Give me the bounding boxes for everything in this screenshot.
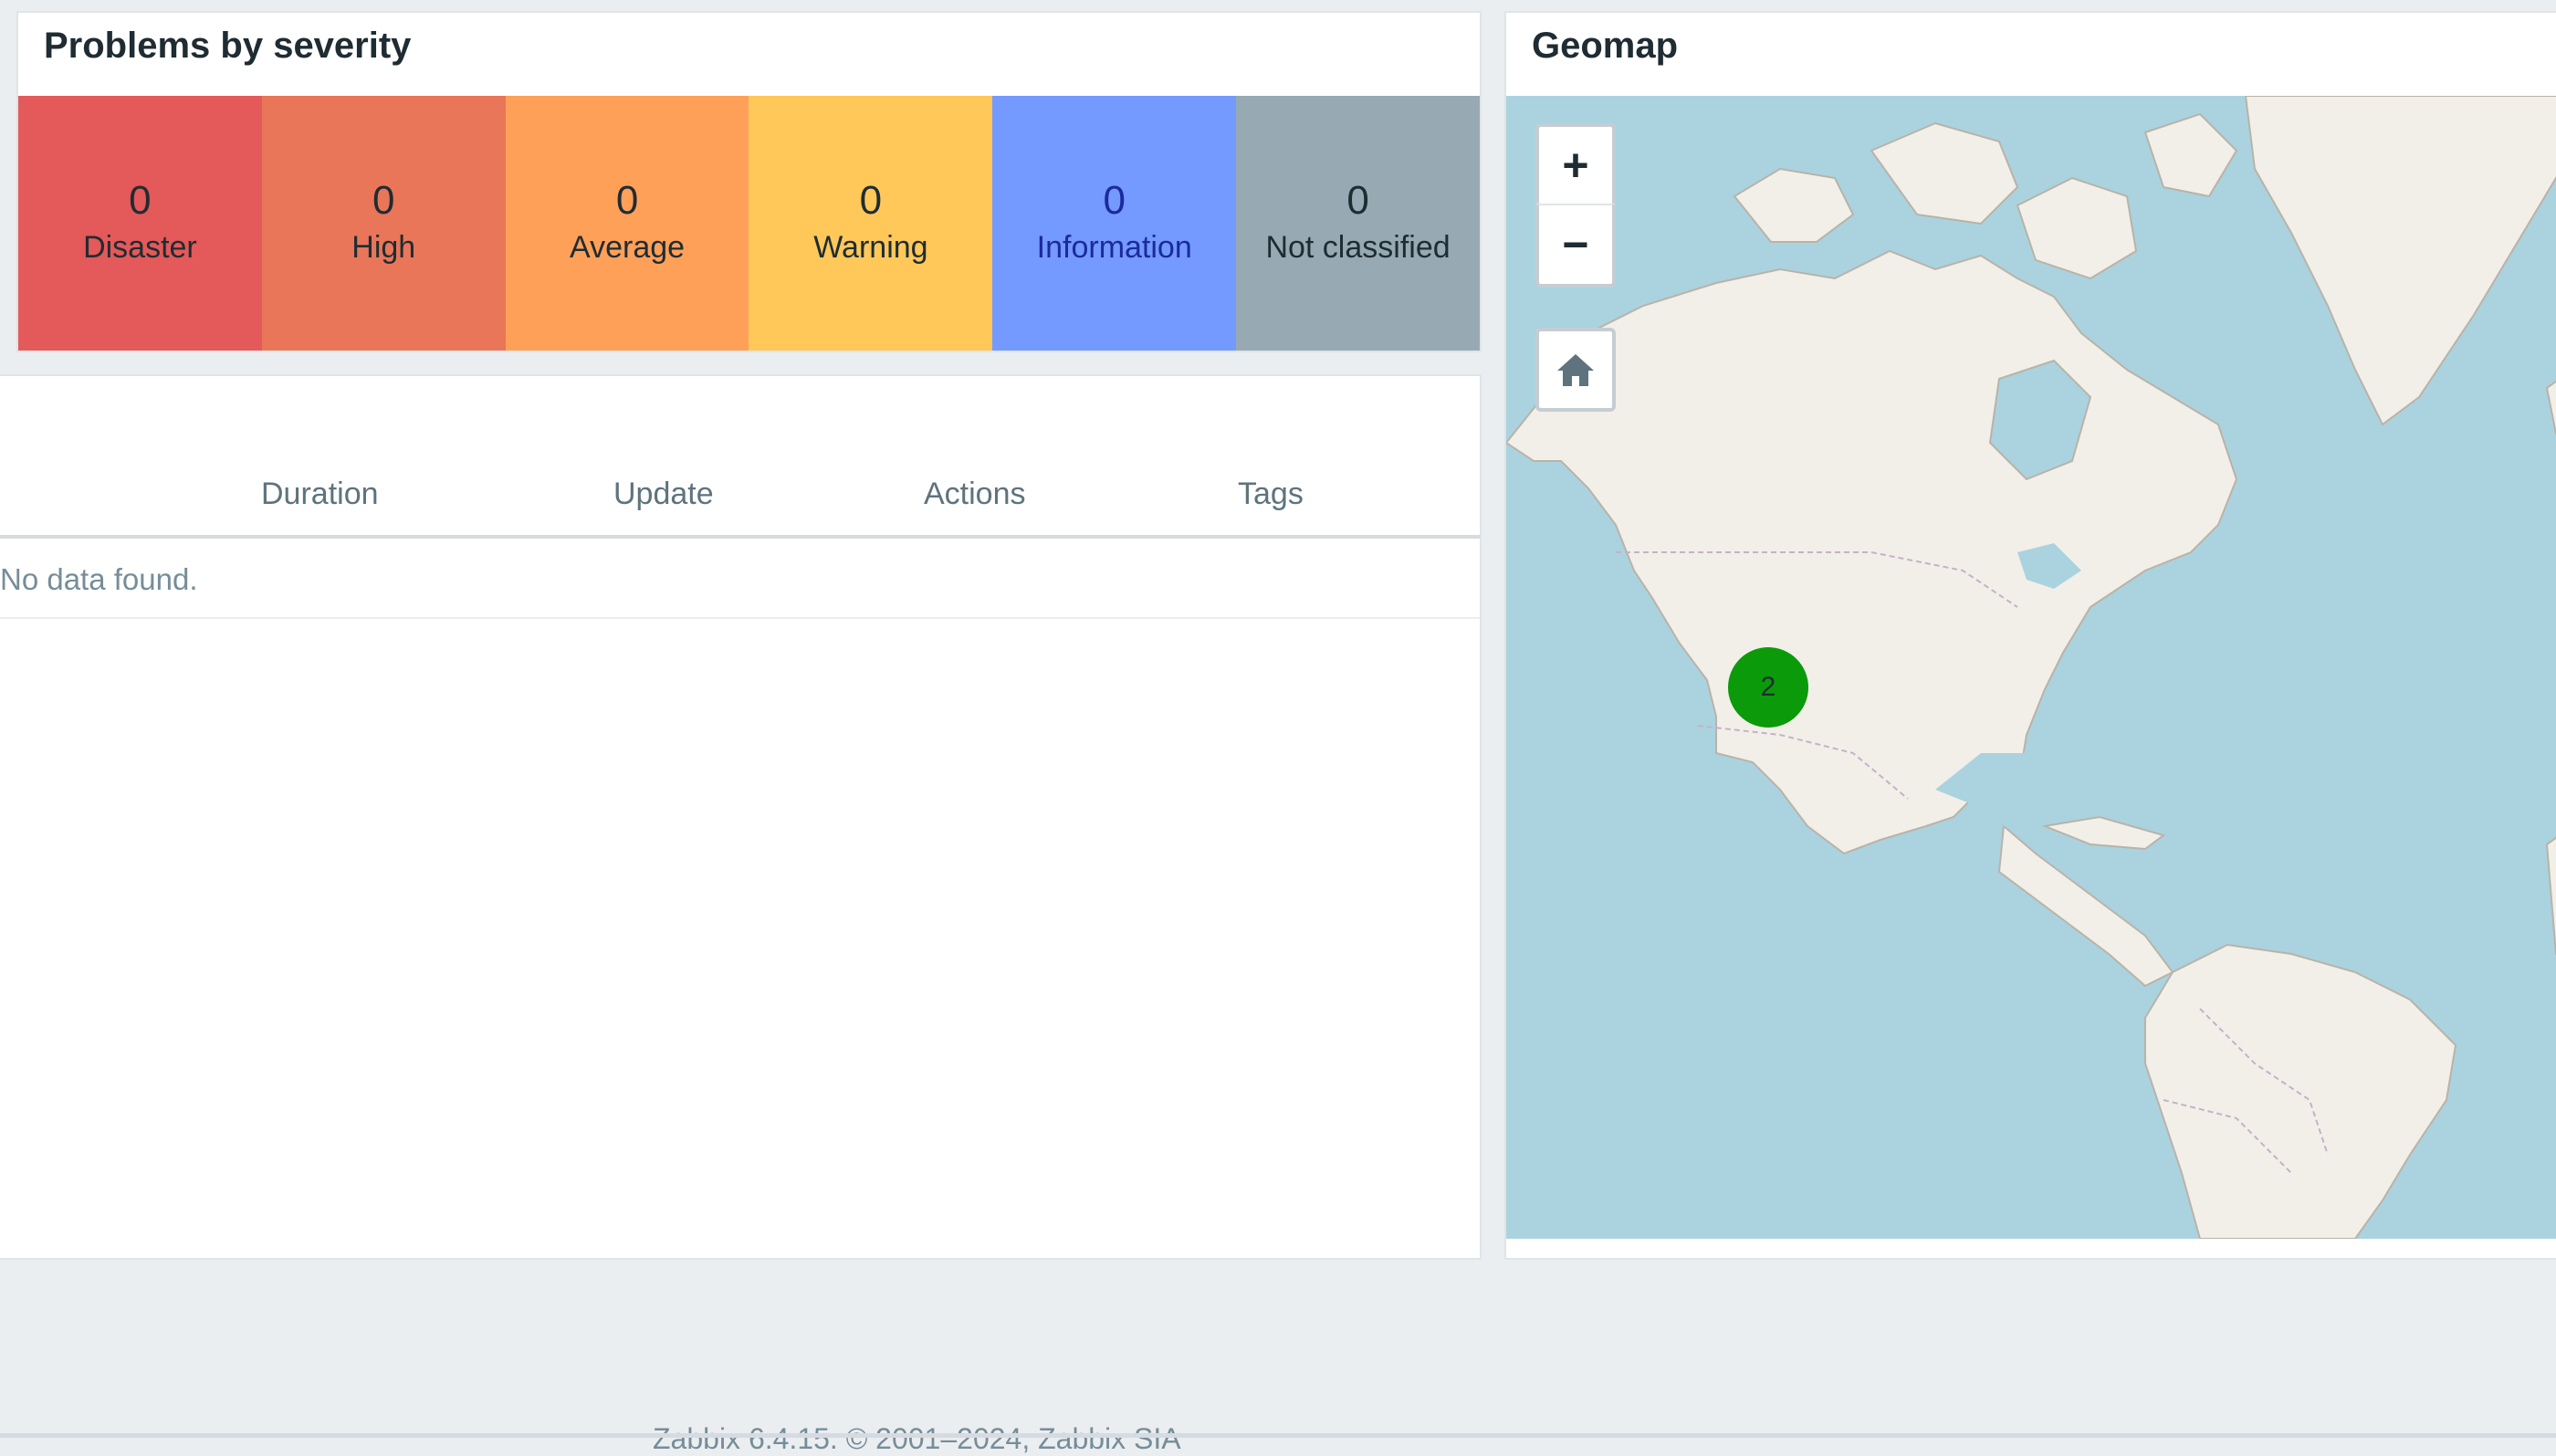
problems-table-widget: Duration Update Actions Tags No data fou…: [0, 374, 1482, 1260]
zoom-in-button[interactable]: +: [1535, 123, 1616, 207]
map-tiles: [1506, 96, 2556, 1239]
home-button[interactable]: [1535, 328, 1616, 412]
severity-not-classified[interactable]: 0 Not classified: [1236, 96, 1480, 351]
severity-row: 0 Disaster 0 High 0 Average 0 Warning 0 …: [18, 96, 1480, 351]
severity-count: 0: [129, 177, 152, 223]
severity-label: Disaster: [83, 229, 197, 265]
severity-label: Average: [570, 229, 686, 265]
severity-average[interactable]: 0 Average: [505, 96, 749, 351]
zoom-out-button[interactable]: −: [1535, 204, 1616, 288]
column-header-update[interactable]: Update: [613, 477, 714, 512]
geomap-widget: Geomap + − 2: [1504, 11, 2556, 1260]
severity-count: 0: [859, 177, 883, 223]
home-icon: [1557, 354, 1594, 386]
problems-by-severity-widget: Problems by severity 0 Disaster 0 High 0…: [16, 11, 1482, 352]
severity-label: Information: [1036, 229, 1192, 265]
land-arctic-islands: [1733, 167, 1855, 243]
land-south-america: [2144, 943, 2457, 1239]
land-greenland: [2244, 96, 2556, 426]
column-header-tags[interactable]: Tags: [1238, 477, 1304, 512]
land-africa-edge: [2545, 836, 2556, 956]
empty-state-text: No data found.: [0, 562, 198, 596]
footer-divider: [0, 1433, 2556, 1438]
severity-information[interactable]: 0 Information: [992, 96, 1237, 351]
severity-count: 0: [1103, 177, 1126, 223]
land-arctic-islands: [2016, 176, 2138, 280]
widget-title: Geomap: [1532, 26, 1679, 66]
severity-label: Warning: [813, 229, 928, 265]
severity-count: 0: [1346, 177, 1369, 223]
severity-count: 0: [615, 177, 639, 223]
widget-title: Problems by severity: [44, 26, 412, 66]
land-central-america: [1997, 823, 2174, 988]
severity-count: 0: [372, 177, 395, 223]
land-caribbean: [2041, 815, 2166, 851]
severity-disaster[interactable]: 0 Disaster: [18, 96, 262, 351]
land-arctic-islands: [2143, 112, 2238, 198]
table-header-divider: [0, 535, 1480, 539]
severity-warning[interactable]: 0 Warning: [749, 96, 993, 351]
column-header-actions[interactable]: Actions: [924, 477, 1026, 512]
table-row-divider: [0, 617, 1480, 619]
severity-label: High: [351, 229, 416, 265]
host-cluster-marker[interactable]: 2: [1728, 647, 1808, 728]
land-arctic-islands: [1870, 121, 2019, 225]
cluster-count: 2: [1760, 672, 1776, 702]
column-header-duration[interactable]: Duration: [261, 477, 379, 512]
severity-label: Not classified: [1265, 229, 1451, 265]
severity-high[interactable]: 0 High: [261, 96, 506, 351]
footer-copyright: Zabbix 6.4.15. © 2001–2024, Zabbix SIA: [653, 1422, 1181, 1455]
map-canvas[interactable]: + − 2: [1506, 96, 2556, 1239]
land-europe-edge: [2545, 380, 2556, 435]
